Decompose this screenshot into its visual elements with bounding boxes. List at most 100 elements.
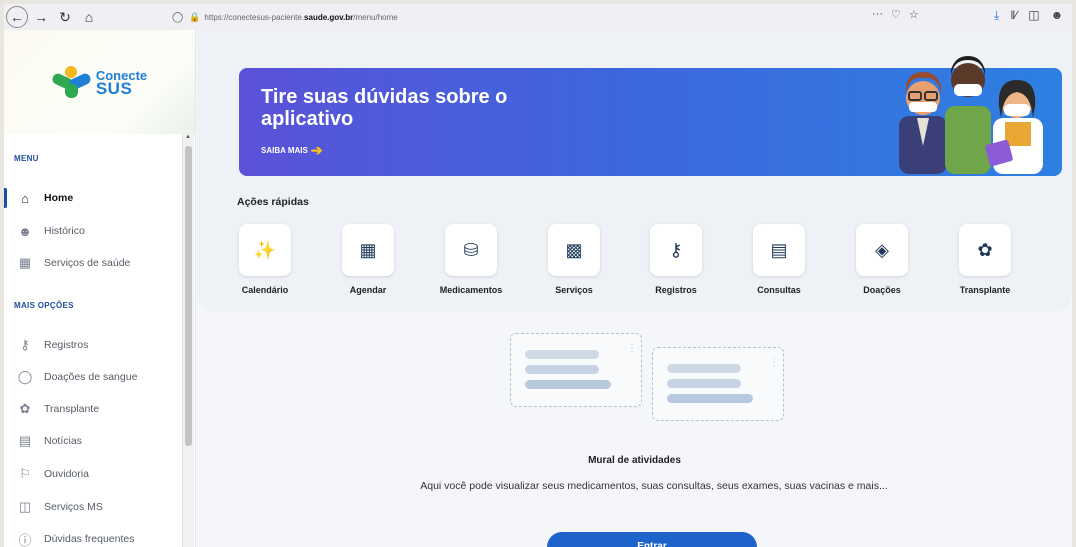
logo-text-line2: SUS <box>95 79 133 98</box>
sidebar-item-label: Registros <box>44 339 89 351</box>
sidebar-item-label: Transplante <box>44 403 100 415</box>
quick-action-label: Consultas <box>757 285 801 295</box>
browser-toolbar: ← → ↻ ⌂ ◯ 🔒 https://conectesus-paciente.… <box>4 4 1072 30</box>
window-frame: ← → ↻ ⌂ ◯ 🔒 https://conectesus-paciente.… <box>0 0 1076 547</box>
calendar-icon: ▦ <box>18 255 32 270</box>
main-top-panel: Tire suas dúvidas sobre o aplicativo SAI… <box>197 30 1072 312</box>
logo-mark-icon <box>50 64 93 100</box>
syringe-icon[interactable]: ✨ <box>239 224 291 276</box>
page-viewport: Conecte SUS MENU ⌂ Home ☻ Histórico ▦ Se… <box>4 30 1072 547</box>
enter-button[interactable]: Entrar <box>547 532 757 547</box>
hospital-icon[interactable]: ▩ <box>548 224 600 276</box>
forward-icon[interactable]: → <box>30 6 52 28</box>
sidebar-item-home[interactable]: ⌂ Home <box>4 186 184 210</box>
pill-jar-icon[interactable]: ⛁ <box>445 224 497 276</box>
user-icon: ☻ <box>18 223 32 239</box>
sidebar-item-label: Serviços MS <box>44 501 103 513</box>
sidebar-item-label: Ouvidoria <box>44 468 89 480</box>
news-icon: ▤ <box>18 433 32 448</box>
sidebar-scrollbar[interactable]: ▲ <box>182 134 194 547</box>
doctors-illustration <box>899 56 1043 174</box>
shield-icon[interactable]: ◯ <box>172 12 183 23</box>
banner-link[interactable]: SAIBA MAIS ➔ <box>261 142 323 159</box>
sidebar-item-noticias[interactable]: ▤ Notícias <box>4 429 184 453</box>
reload-icon[interactable]: ↻ <box>54 6 76 28</box>
bookmark-star-icon[interactable]: ☆ <box>909 8 919 21</box>
flag-icon: ⚐ <box>19 466 31 481</box>
quick-actions-title: Ações rápidas <box>237 196 309 208</box>
lock-icon[interactable]: 🔒 <box>189 12 200 23</box>
quick-action-consultas[interactable]: ▤ Consultas <box>729 224 829 295</box>
quick-action-label: Medicamentos <box>439 285 503 295</box>
sidebar-item-label: Histórico <box>44 225 85 237</box>
lungs-icon[interactable]: ✿ <box>959 224 1011 276</box>
more-options-section-label: MAIS OPÇÕES <box>14 301 74 310</box>
scroll-up-icon[interactable]: ▲ <box>185 134 191 140</box>
page-actions-button[interactable]: ··· <box>872 8 883 21</box>
clipboard-icon[interactable]: ▤ <box>753 224 805 276</box>
help-banner[interactable]: Tire suas dúvidas sobre o aplicativo SAI… <box>239 56 1062 176</box>
quick-action-label: Transplante <box>959 285 1011 295</box>
lungs-icon: ✿ <box>19 401 31 416</box>
sidebar-item-label: Notícias <box>44 435 82 447</box>
url-host: saude.gov.br <box>304 12 354 22</box>
logo-area: Conecte SUS <box>4 30 195 134</box>
help-icon: ⓘ <box>18 532 32 547</box>
address-bar-actions: ··· ♡ ☆ <box>872 8 919 21</box>
banner-title: Tire suas dúvidas sobre o aplicativo <box>261 86 508 130</box>
quick-action-label: Registros <box>655 285 697 295</box>
quick-action-label: Doações <box>863 285 901 295</box>
home-icon[interactable]: ⌂ <box>78 6 100 28</box>
sidebar-scrollbar-thumb[interactable] <box>185 146 192 446</box>
sidebar-icon[interactable]: ◫ <box>1028 8 1039 23</box>
home-icon: ⌂ <box>21 190 29 206</box>
sidebar-item-duvidas-frequentes[interactable]: ⓘ Dúvidas frequentes <box>4 527 184 547</box>
sidebar-item-label: Home <box>44 192 74 204</box>
quick-action-label: Agendar <box>349 285 387 295</box>
sidebar-item-label: Dúvidas frequentes <box>44 533 135 545</box>
sidebar-item-ouvidoria[interactable]: ⚐ Ouvidoria <box>4 462 184 486</box>
sidebar-item-transplante[interactable]: ✿ Transplante <box>4 397 184 421</box>
quick-action-servicos[interactable]: ▩ Serviços <box>524 224 624 295</box>
menu-section-label: MENU <box>14 154 39 163</box>
download-icon[interactable]: ⤓ <box>994 8 999 23</box>
services-icon: ◫ <box>18 499 32 514</box>
pocket-icon[interactable]: ♡ <box>891 8 901 21</box>
calendar-plus-icon[interactable]: ▦ <box>342 224 394 276</box>
arrow-right-icon: ➔ <box>310 142 323 158</box>
sidebar-item-label: Serviços de saúde <box>44 257 131 269</box>
vial-icon: ⚷ <box>20 337 30 352</box>
sidebar-item-doacoes-de-sangue[interactable]: ◯ Doações de sangue <box>4 365 184 389</box>
address-bar[interactable]: ◯ 🔒 https://conectesus-paciente. saude.go… <box>172 7 902 27</box>
mural-title: Mural de atividades <box>588 455 681 466</box>
quick-action-agendar[interactable]: ▦ Agendar <box>318 224 418 295</box>
sidebar-item-servicos-de-saude[interactable]: ▦ Serviços de saúde <box>4 251 184 275</box>
quick-action-label: Calendário <box>241 285 289 295</box>
vial-icon[interactable]: ⚷ <box>650 224 702 276</box>
blood-drop-icon: ◯ <box>17 369 33 384</box>
sidebar-item-registros[interactable]: ⚷ Registros <box>4 333 184 357</box>
quick-action-calendario[interactable]: ✨ Calendário <box>215 224 315 295</box>
quick-action-label: Serviços <box>555 285 593 295</box>
sidebar-item-historico[interactable]: ☻ Histórico <box>4 219 184 243</box>
toolbar-right-icons: ⤓ ‖∕ ◫ ☻ <box>994 8 1063 23</box>
main-content: Tire suas dúvidas sobre o aplicativo SAI… <box>197 30 1072 547</box>
ghost-card: ⋮ <box>652 347 784 421</box>
sidebar: Conecte SUS MENU ⌂ Home ☻ Histórico ▦ Se… <box>4 30 196 547</box>
library-icon[interactable]: ‖∕ <box>1010 8 1017 23</box>
quick-action-medicamentos[interactable]: ⛁ Medicamentos <box>421 224 521 295</box>
back-icon[interactable]: ← <box>6 6 28 28</box>
quick-action-registros[interactable]: ⚷ Registros <box>626 224 726 295</box>
empty-state-illustration: ⋮ ⋮ <box>510 333 790 425</box>
url-path: /menu/home <box>353 12 398 22</box>
quick-action-doacoes[interactable]: ◈ Doações <box>832 224 932 295</box>
mural-description: Aqui você pode visualizar seus medicamen… <box>420 480 888 492</box>
conecte-sus-logo[interactable]: Conecte SUS <box>50 64 147 100</box>
account-icon[interactable]: ☻ <box>1051 8 1064 23</box>
sidebar-item-label: Doações de sangue <box>44 371 138 383</box>
ghost-card: ⋮ <box>510 333 642 407</box>
sidebar-item-servicos-ms[interactable]: ◫ Serviços MS <box>4 495 184 519</box>
blood-drop-icon[interactable]: ◈ <box>856 224 908 276</box>
quick-action-transplante[interactable]: ✿ Transplante <box>935 224 1035 295</box>
banner-link-label: SAIBA MAIS <box>261 146 308 155</box>
